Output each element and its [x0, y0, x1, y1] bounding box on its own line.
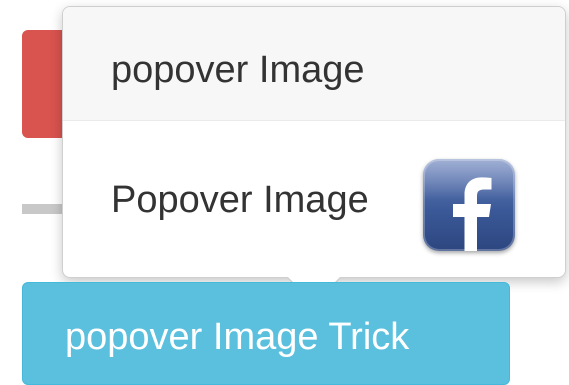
popover-trigger-label: popover Image Trick — [65, 316, 410, 358]
popover-trigger-button[interactable]: popover Image Trick — [22, 282, 510, 385]
facebook-icon — [423, 159, 515, 251]
popover-body: Popover Image — [63, 121, 565, 277]
popover-header: popover Image — [63, 7, 565, 121]
popover: popover Image Popover Image — [62, 6, 566, 278]
popover-content-text: Popover Image — [111, 179, 369, 221]
page: popover Image Popover Image popover Imag… — [0, 0, 569, 385]
popover-title: popover Image — [111, 49, 365, 91]
